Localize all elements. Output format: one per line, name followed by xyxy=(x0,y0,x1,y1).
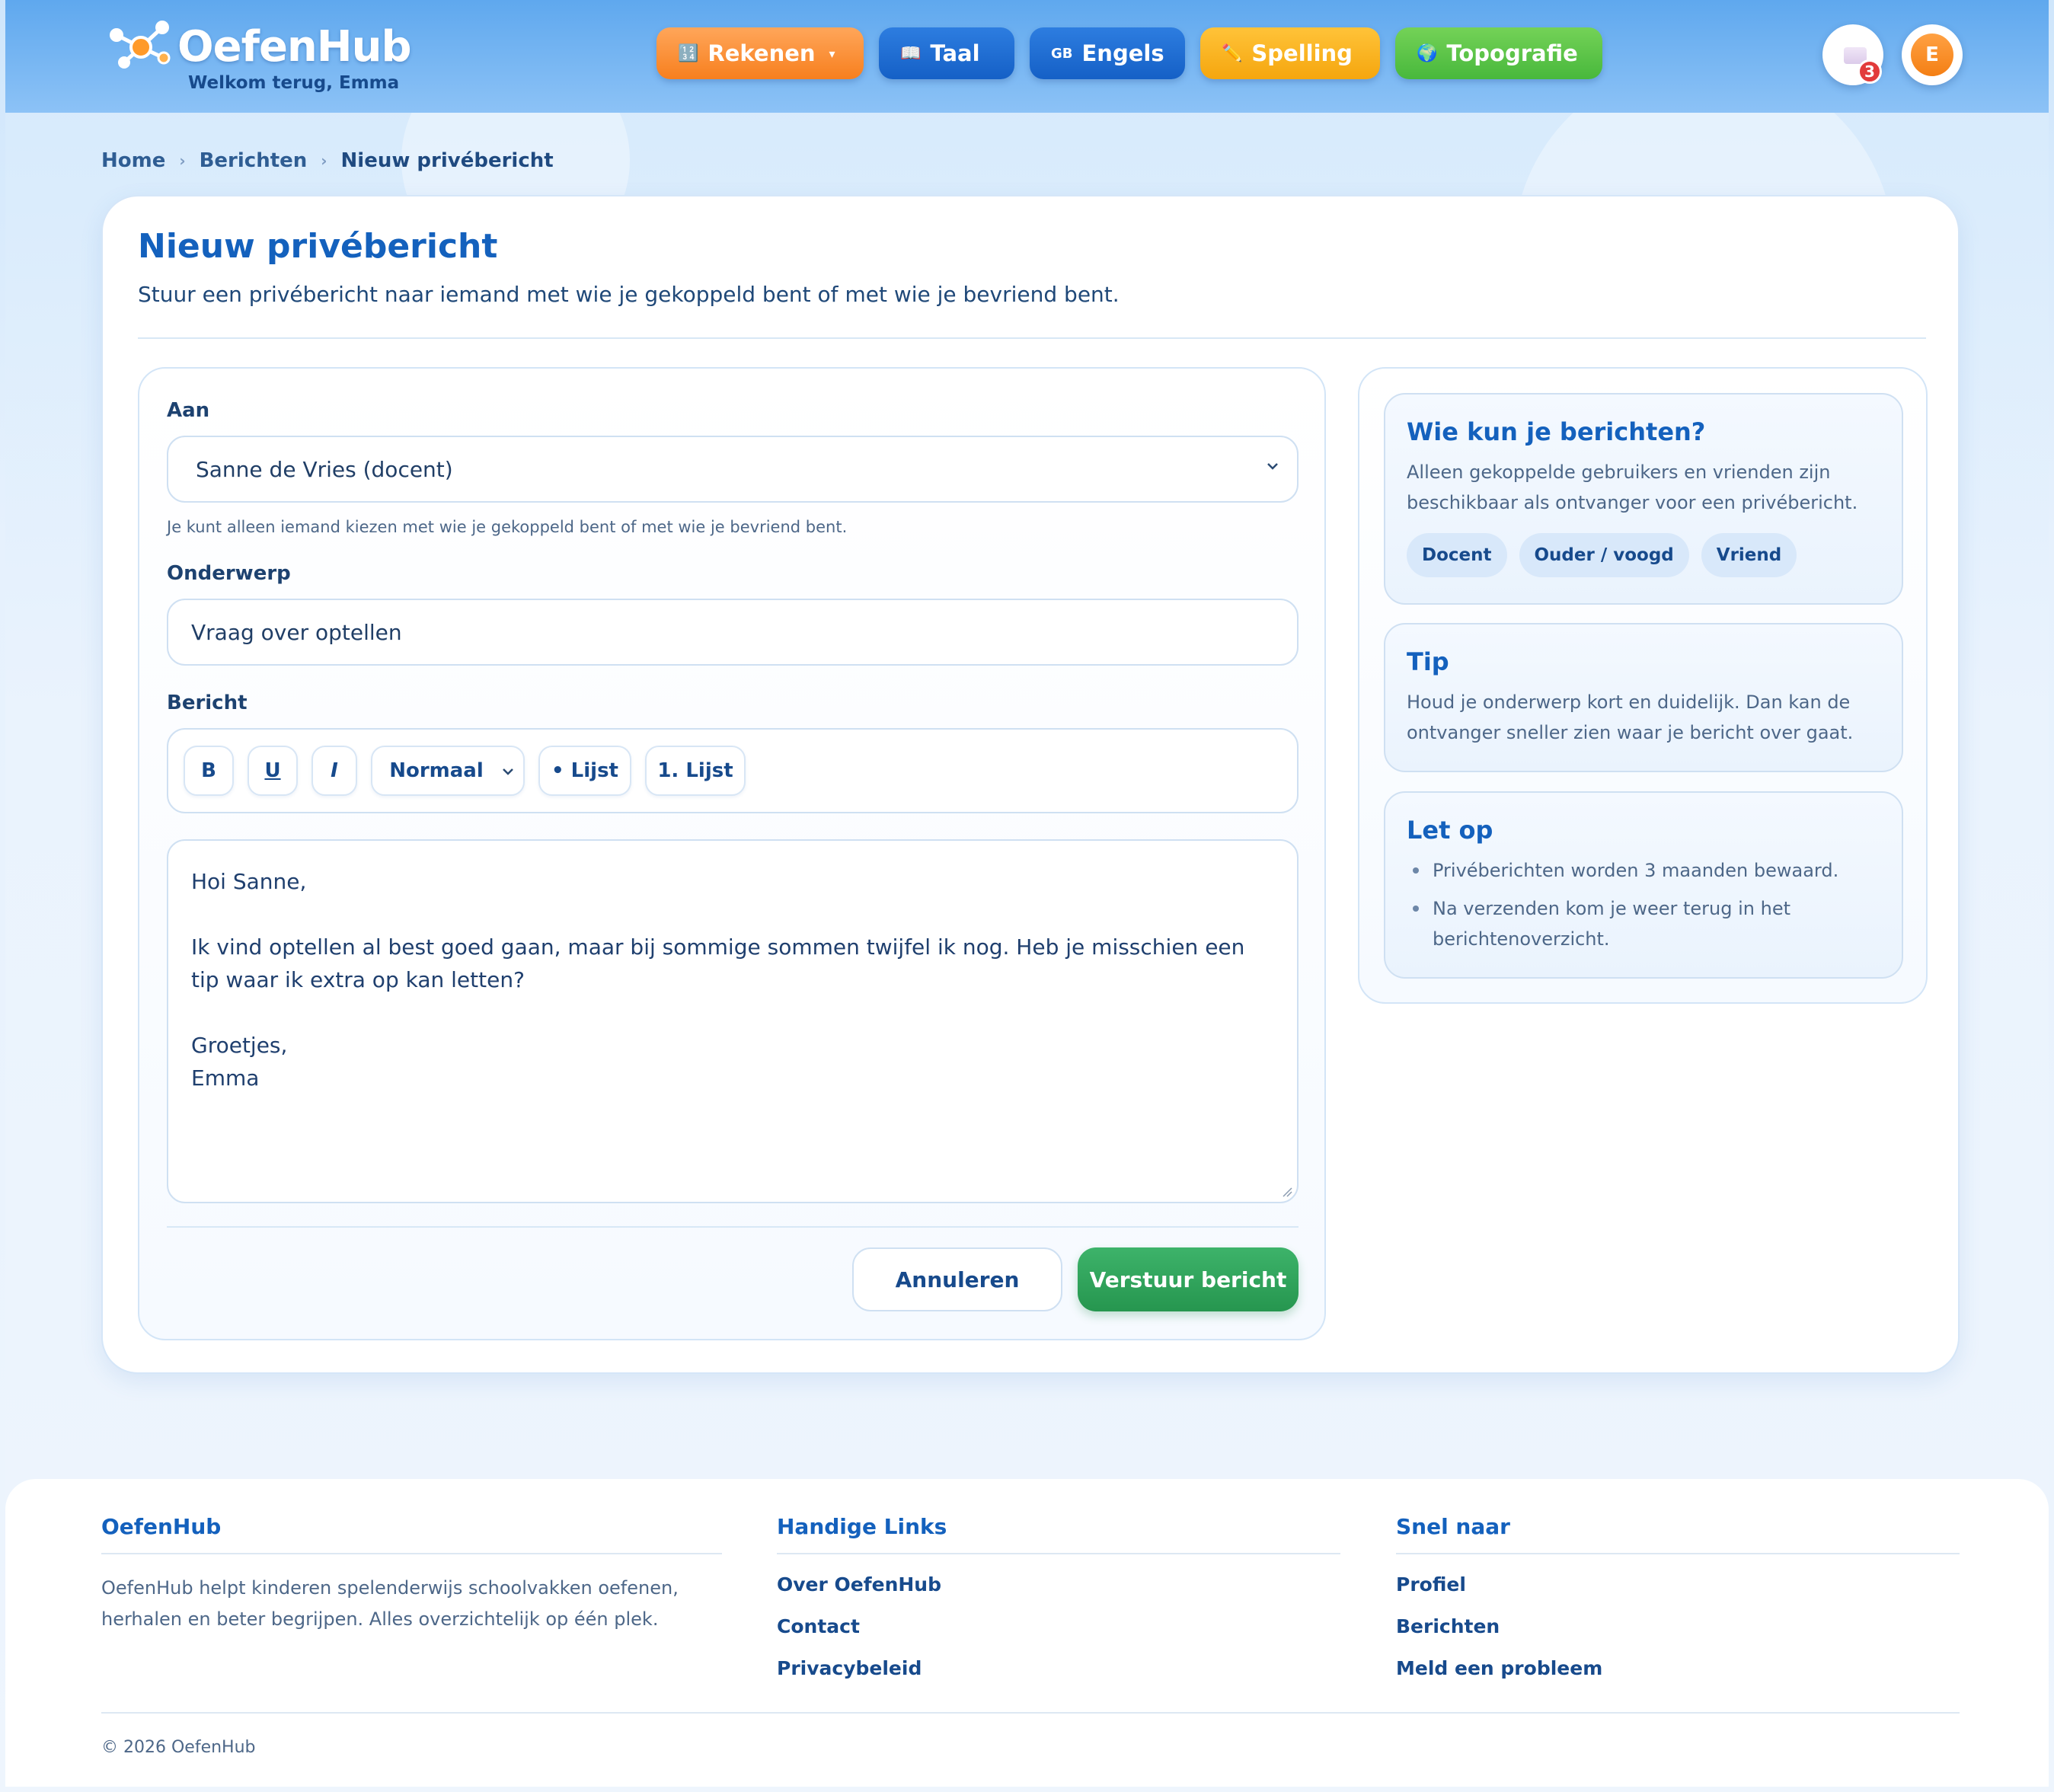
text-format-select[interactable]: Normaal xyxy=(371,746,525,796)
bullet-list-button[interactable]: • Lijst xyxy=(538,746,631,796)
footer: OefenHub OefenHub helpt kinderen spelend… xyxy=(5,1479,2049,1787)
globe-icon: 🌍 xyxy=(1417,43,1438,63)
nav-label: Spelling xyxy=(1251,40,1353,66)
note-item: Privéberichten worden 3 maanden bewaard. xyxy=(1407,855,1880,886)
message-line xyxy=(191,996,1274,1029)
italic-button[interactable]: I xyxy=(311,746,357,796)
editor-toolbar: B U I Normaal • Lijst 1. Lijst xyxy=(167,728,1299,813)
top-header: OefenHub Welkom terug, Emma 🔢 Rekenen ▾ … xyxy=(5,0,2049,113)
logo-text: OefenHub xyxy=(177,22,412,72)
divider xyxy=(138,337,1926,339)
cancel-button[interactable]: Annuleren xyxy=(852,1247,1062,1311)
message-line: Hoi Sanne, xyxy=(191,869,307,894)
avatar-initial: E xyxy=(1911,34,1953,76)
breadcrumb-berichten[interactable]: Berichten xyxy=(200,149,308,172)
tip-card: Tip Houd je onderwerp kort en duidelijk.… xyxy=(1384,623,1903,772)
recipient-value: Sanne de Vries (docent) xyxy=(196,456,453,482)
message-textarea[interactable]: Hoi Sanne, Ik vind optellen al best goed… xyxy=(167,839,1299,1203)
messages-button[interactable]: 3 xyxy=(1822,24,1883,85)
footer-link-privacy[interactable]: Privacybeleid xyxy=(777,1656,1340,1681)
chip-docent: Docent xyxy=(1407,533,1507,577)
note-item: Na verzenden kom je weer terug in het be… xyxy=(1407,893,1880,954)
message-form: Aan Sanne de Vries (docent) Je kunt alle… xyxy=(138,367,1326,1340)
nav-label: Topografie xyxy=(1446,40,1578,66)
book-icon: 📖 xyxy=(900,43,922,63)
logo[interactable]: OefenHub Welkom terug, Emma xyxy=(104,15,412,93)
note-card: Let op Privéberichten worden 3 maanden b… xyxy=(1384,791,1903,979)
gb-flag-icon: GB xyxy=(1051,45,1073,62)
footer-about-title: OefenHub xyxy=(101,1514,722,1554)
breadcrumb-current: Nieuw privébericht xyxy=(340,149,554,172)
footer-links: Handige Links Over OefenHub Contact Priv… xyxy=(777,1514,1340,1698)
subject-input[interactable]: Vraag over optellen xyxy=(167,599,1299,666)
footer-quick-title: Snel naar xyxy=(1396,1514,1960,1554)
chevron-right-icon: › xyxy=(179,152,186,170)
divider xyxy=(167,1226,1299,1228)
to-label: Aan xyxy=(167,399,210,422)
breadcrumb-home[interactable]: Home xyxy=(101,149,165,172)
nav-label: Taal xyxy=(930,40,980,66)
tip-title: Tip xyxy=(1407,647,1449,676)
footer-link-probleem[interactable]: Meld een probleem xyxy=(1396,1656,1960,1681)
footer-link-contact[interactable]: Contact xyxy=(777,1615,1340,1639)
logo-molecule-icon xyxy=(104,15,180,76)
info-sidebar: Wie kun je berichten? Alleen gekoppelde … xyxy=(1358,367,1928,1004)
message-line: Emma xyxy=(191,1065,260,1091)
user-avatar[interactable]: E xyxy=(1902,24,1963,85)
footer-about-text: OefenHub helpt kinderen spelenderwijs sc… xyxy=(101,1577,679,1630)
nav-topografie-button[interactable]: 🌍 Topografie xyxy=(1395,27,1602,79)
nav-rekenen-button[interactable]: 🔢 Rekenen ▾ xyxy=(656,27,864,79)
page-title: Nieuw privébericht xyxy=(138,227,498,266)
subject-nav: 🔢 Rekenen ▾ 📖 Taal GB Engels ✏️ Spelling… xyxy=(656,27,1602,79)
unread-badge: 3 xyxy=(1858,59,1882,84)
page-subtitle: Stuur een privébericht naar iemand met w… xyxy=(138,282,1120,307)
message-line: Ik vind optellen al best goed gaan, maar… xyxy=(191,934,1245,992)
nav-label: Rekenen xyxy=(708,40,816,66)
chip-ouder-voogd: Ouder / voogd xyxy=(1519,533,1689,577)
numbered-list-button[interactable]: 1. Lijst xyxy=(645,746,746,796)
text-format-value: Normaal xyxy=(389,759,484,782)
resize-handle-icon[interactable] xyxy=(1282,1187,1292,1197)
breadcrumb: Home › Berichten › Nieuw privébericht xyxy=(101,149,554,172)
note-list: Privéberichten worden 3 maanden bewaard.… xyxy=(1407,855,1880,954)
underline-button[interactable]: U xyxy=(248,746,298,796)
message-line xyxy=(191,898,1274,931)
nav-engels-button[interactable]: GB Engels xyxy=(1030,27,1185,79)
pencil-icon: ✏️ xyxy=(1222,43,1243,63)
tip-text: Houd je onderwerp kort en duidelijk. Dan… xyxy=(1407,692,1854,743)
bold-button[interactable]: B xyxy=(184,746,234,796)
who-text: Alleen gekoppelde gebruikers en vrienden… xyxy=(1407,462,1858,513)
subject-label: Onderwerp xyxy=(167,562,291,585)
main-card: Nieuw privébericht Stuur een privéberich… xyxy=(101,195,1960,1374)
welcome-text: Welkom terug, Emma xyxy=(188,73,400,93)
numbers-icon: 🔢 xyxy=(678,43,699,63)
footer-link-profiel[interactable]: Profiel xyxy=(1396,1573,1960,1597)
footer-about: OefenHub OefenHub helpt kinderen spelend… xyxy=(101,1514,722,1635)
footer-link-berichten[interactable]: Berichten xyxy=(1396,1615,1960,1639)
divider xyxy=(101,1712,1960,1714)
recipient-type-chips: Docent Ouder / voogd Vriend xyxy=(1407,533,1880,577)
chevron-down-icon xyxy=(1267,463,1278,470)
who-title: Wie kun je berichten? xyxy=(1407,417,1706,446)
nav-spelling-button[interactable]: ✏️ Spelling xyxy=(1200,27,1380,79)
copyright-text: © 2026 OefenHub xyxy=(101,1738,256,1757)
footer-link-over[interactable]: Over OefenHub xyxy=(777,1573,1340,1597)
chevron-right-icon: › xyxy=(321,152,327,170)
footer-links-title: Handige Links xyxy=(777,1514,1340,1554)
recipient-select[interactable]: Sanne de Vries (docent) xyxy=(167,436,1299,503)
who-info-card: Wie kun je berichten? Alleen gekoppelde … xyxy=(1384,393,1903,605)
message-line: Groetjes, xyxy=(191,1033,288,1058)
send-button[interactable]: Verstuur bericht xyxy=(1078,1247,1299,1311)
chevron-down-icon xyxy=(503,768,513,775)
recipient-helper-text: Je kunt alleen iemand kiezen met wie je … xyxy=(167,518,848,536)
subject-value: Vraag over optellen xyxy=(191,619,402,645)
nav-taal-button[interactable]: 📖 Taal xyxy=(879,27,1014,79)
message-label: Bericht xyxy=(167,692,248,714)
footer-quick: Snel naar Profiel Berichten Meld een pro… xyxy=(1396,1514,1960,1698)
caret-down-icon: ▾ xyxy=(829,46,835,61)
nav-label: Engels xyxy=(1081,40,1164,66)
note-title: Let op xyxy=(1407,816,1493,845)
chip-vriend: Vriend xyxy=(1701,533,1797,577)
